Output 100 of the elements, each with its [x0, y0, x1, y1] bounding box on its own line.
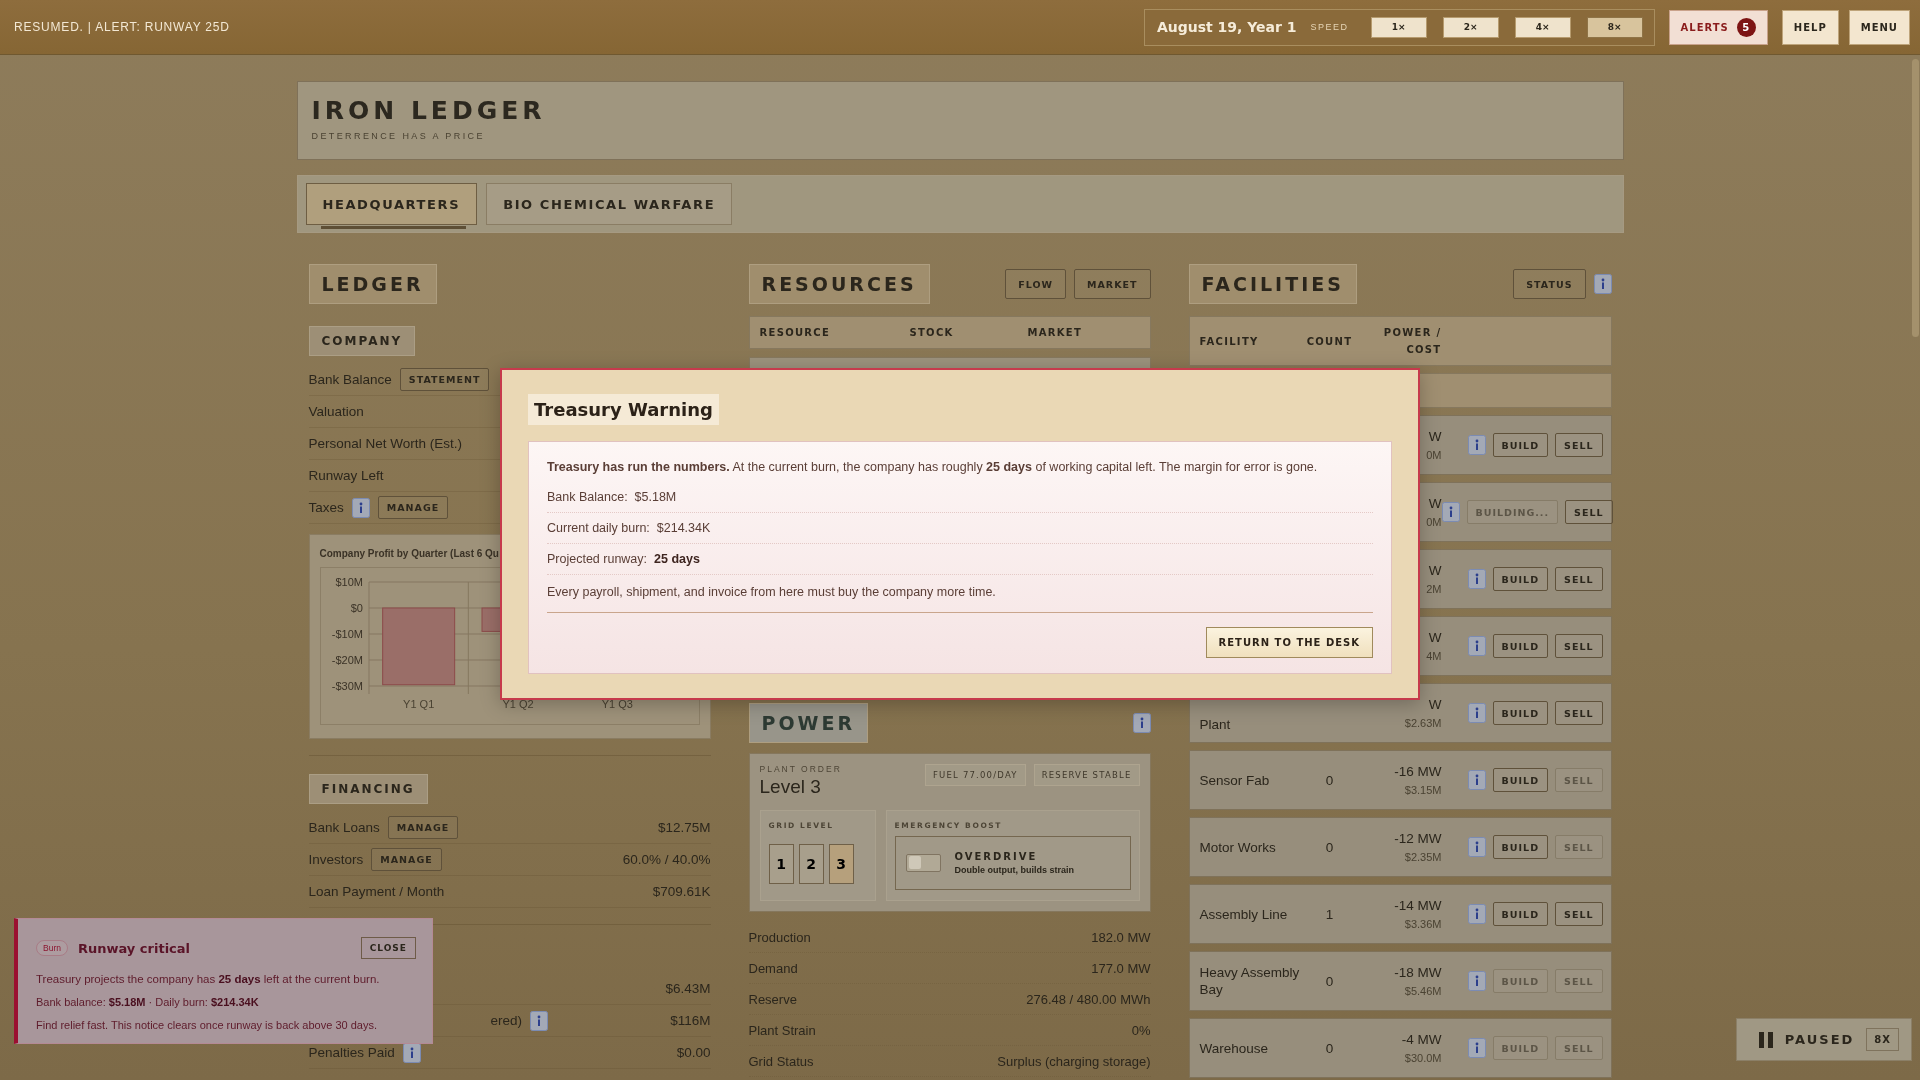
row-label: Bank Loans — [308, 820, 380, 835]
cost-value: $5.46M — [1404, 985, 1442, 997]
fact-line: Current daily burn: $214.34K — [547, 513, 1373, 544]
facility-name: Motor Works — [1199, 838, 1277, 856]
row-value: $0.00 — [676, 1045, 711, 1060]
speed-button[interactable]: 1× — [1370, 16, 1427, 38]
info-icon[interactable] — [1467, 636, 1486, 656]
speed-button[interactable]: 2× — [1442, 16, 1499, 38]
info-icon[interactable] — [1467, 971, 1486, 991]
info-icon[interactable] — [1467, 703, 1486, 723]
row-value: 177.0 MW — [1091, 960, 1151, 976]
info-icon[interactable] — [1467, 837, 1486, 857]
row-value: 182.0 MW — [1091, 929, 1151, 945]
build-button[interactable]: BUILD — [1492, 768, 1549, 792]
toast-text: Find relief fast. This notice clears once runway is back above 30 days. — [36, 1019, 378, 1031]
scrollbar-thumb[interactable] — [1912, 59, 1919, 337]
action-button[interactable]: MANAGE — [387, 816, 459, 839]
app-subtitle: DETERRENCE HAS A PRICE — [311, 131, 485, 141]
facility-count: 0 — [1324, 839, 1335, 855]
close-button[interactable]: CLOSE — [360, 937, 416, 959]
power-value: -12 MW — [1394, 831, 1442, 846]
info-icon[interactable] — [1467, 770, 1486, 790]
market-button[interactable]: MARKET — [1074, 269, 1151, 299]
info-icon[interactable] — [1467, 569, 1486, 589]
alerts-button[interactable]: ALERTS 5 — [1668, 9, 1768, 45]
action-button[interactable]: STATEMENT — [399, 368, 490, 391]
column-header: STOCK — [909, 327, 954, 338]
note-text: Every payroll, shipment, and invoice from here must buy the company more time. — [547, 585, 1373, 613]
build-button[interactable]: BUILD — [1492, 701, 1549, 725]
cost-value: $2.63M — [1404, 717, 1442, 729]
info-icon[interactable] — [1132, 713, 1151, 733]
section-heading: LEDGER — [308, 264, 437, 304]
cost-value: $3.15M — [1404, 784, 1442, 796]
build-button[interactable]: BUILD — [1492, 433, 1549, 457]
row-label: Production — [748, 929, 811, 945]
facility-name: Warehouse — [1199, 1039, 1270, 1057]
info-icon[interactable] — [1593, 274, 1612, 294]
level-button[interactable]: 1 — [768, 844, 794, 884]
menu-button[interactable]: MENU — [1848, 9, 1910, 45]
axis-category-label: Y1 Q3 — [601, 698, 633, 710]
cost-value: 0M — [1426, 449, 1442, 461]
row-label: Penalties Paid — [308, 1045, 395, 1060]
row-label: Plant Strain — [748, 1022, 816, 1038]
return-button[interactable]: RETURN TO THE DESK — [1205, 627, 1373, 658]
facility-count: 0 — [1324, 772, 1335, 788]
cost-value: $3.36M — [1404, 918, 1442, 930]
power-value: W — [1428, 630, 1442, 645]
cost-value: 4M — [1426, 650, 1442, 662]
sell-button[interactable]: SELL — [1555, 902, 1603, 926]
chart-title: Company Profit by Quarter (Last 6 Qu — [319, 548, 499, 559]
power-value: W — [1428, 697, 1442, 712]
row-label: Taxes — [308, 500, 344, 515]
axis-category-label: Y1 Q1 — [402, 698, 434, 710]
info-icon[interactable] — [1467, 435, 1486, 455]
speed-button[interactable]: 8× — [1586, 16, 1643, 38]
info-icon[interactable] — [402, 1042, 421, 1063]
speed-indicator: 8X — [1866, 1028, 1899, 1051]
section-heading: RESOURCES — [748, 264, 930, 304]
sell-button[interactable]: SELL — [1555, 701, 1603, 725]
info-icon[interactable] — [1467, 904, 1486, 924]
row-label: ered) — [490, 1013, 522, 1028]
speed-button[interactable]: 4× — [1514, 16, 1571, 38]
row-label: Reserve — [748, 991, 797, 1007]
pause-label: PAUSED — [1784, 1032, 1855, 1047]
help-button[interactable]: HELP — [1781, 9, 1839, 45]
facility-name: Heavy Assembly Bay — [1199, 964, 1301, 998]
build-button[interactable]: BUILD — [1492, 835, 1549, 859]
row-label: Valuation — [308, 404, 364, 419]
action-button[interactable]: MANAGE — [371, 848, 442, 871]
build-button[interactable]: BUILD — [1492, 634, 1549, 658]
sell-button[interactable]: SELL — [1555, 634, 1603, 658]
toggle-switch[interactable] — [905, 854, 941, 872]
section-heading: FACILITIES — [1188, 264, 1357, 304]
info-icon[interactable] — [530, 1010, 548, 1031]
info-icon[interactable] — [1441, 502, 1460, 522]
level-button[interactable]: 3 — [828, 844, 854, 884]
tab[interactable]: BIO CHEMICAL WARFARE — [486, 183, 733, 225]
sell-button[interactable]: SELL — [1555, 433, 1603, 457]
flow-button[interactable]: FLOW — [1005, 269, 1067, 299]
cost-value: 0M — [1426, 516, 1442, 528]
action-button[interactable]: MANAGE — [377, 496, 449, 519]
facility-name: Sensor Fab — [1199, 771, 1271, 789]
column-header: COUNT — [1306, 335, 1353, 347]
build-button[interactable]: BUILD — [1492, 902, 1549, 926]
status-button[interactable]: STATUS — [1513, 269, 1586, 299]
row-value: $709.61K — [652, 884, 711, 899]
facility-name: Plant — [1199, 716, 1232, 734]
overdrive-toggle-card[interactable]: OVERDRIVE Double output, builds strain — [894, 836, 1131, 890]
row-value: $6.43M — [665, 981, 711, 996]
info-icon[interactable] — [1467, 1038, 1486, 1058]
pause-icon[interactable] — [1758, 1031, 1773, 1048]
power-value: -14 MW — [1394, 898, 1442, 913]
status-tag: RESERVE STABLE — [1033, 764, 1140, 786]
category-tag: Burn — [36, 940, 68, 956]
toggle-title: OVERDRIVE — [954, 851, 1039, 862]
build-button[interactable]: BUILD — [1492, 567, 1549, 591]
sell-button[interactable]: SELL — [1555, 567, 1603, 591]
info-icon[interactable] — [351, 497, 370, 518]
sell-button[interactable]: SELL — [1565, 500, 1613, 524]
level-button[interactable]: 2 — [798, 844, 824, 884]
